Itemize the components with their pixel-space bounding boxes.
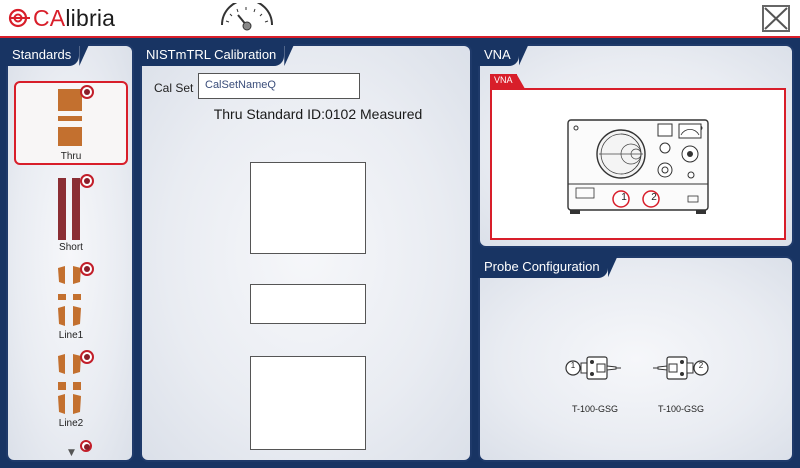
vna-tag: VNA [490, 74, 517, 88]
vna-port-2-label[interactable]: 2 [647, 192, 661, 203]
probe-1-port-label: 1 [570, 361, 576, 370]
standard-short[interactable]: Short [14, 172, 128, 256]
standard-label: Line1 [58, 330, 84, 341]
standards-panel-title: Standards [6, 44, 80, 66]
gauge-icon [221, 3, 273, 31]
standard-line1[interactable]: Line1 [14, 260, 128, 344]
app-logo: CAlibria [8, 4, 115, 32]
calset-input[interactable]: CalSetNameQ [198, 73, 360, 99]
title-bar: CAlibria [0, 0, 800, 38]
standard-label: Line2 [58, 418, 84, 429]
standards-panel: Standards Thru Short Line1 Line2 ▼ [6, 44, 134, 462]
vna-instrument-icon [567, 119, 709, 214]
probe-2-label: T-100-GSG [657, 404, 704, 414]
close-button[interactable] [762, 5, 790, 32]
close-icon [764, 7, 788, 30]
probe-1-label: T-100-GSG [571, 404, 618, 414]
probe-config-panel: Probe Configuration 1 T-100-GSG 2 T-100-… [478, 256, 794, 462]
standard-thru[interactable]: Thru [14, 81, 128, 165]
vna-panel-title: VNA [478, 44, 519, 66]
line1-select-indicator[interactable] [80, 262, 94, 276]
calset-label: Cal Set [154, 81, 194, 95]
logo-text-accent: CA [33, 4, 66, 31]
calibration-panel-title: NISTmTRL Calibration [140, 44, 285, 66]
vna-panel: VNA VNA 1 2 [478, 44, 794, 248]
logo-text: libria [65, 4, 116, 31]
short-select-indicator[interactable] [80, 174, 94, 188]
thru-select-indicator[interactable] [80, 85, 94, 99]
logo-icon [8, 8, 30, 28]
vna-port-1-label[interactable]: 1 [617, 192, 631, 203]
next-standard-indicator[interactable] [80, 440, 92, 452]
standard-label: Thru [60, 151, 82, 162]
scroll-down-icon[interactable]: ▼ [68, 448, 75, 458]
thru-pad-bottom [250, 356, 366, 450]
thru-line [250, 284, 366, 324]
probe-2-port-label: 2 [698, 361, 704, 370]
standard-line2[interactable]: Line2 [14, 348, 128, 432]
probe-config-panel-title: Probe Configuration [478, 256, 608, 278]
thru-pad-top [250, 162, 366, 254]
vna-device-box[interactable]: VNA 1 2 [490, 74, 786, 240]
standard-label: Short [59, 242, 83, 253]
calibration-panel: NISTmTRL Calibration Cal Set CalSetNameQ… [140, 44, 472, 462]
line2-select-indicator[interactable] [80, 350, 94, 364]
measurement-status: Thru Standard ID:0102 Measured [213, 106, 423, 122]
